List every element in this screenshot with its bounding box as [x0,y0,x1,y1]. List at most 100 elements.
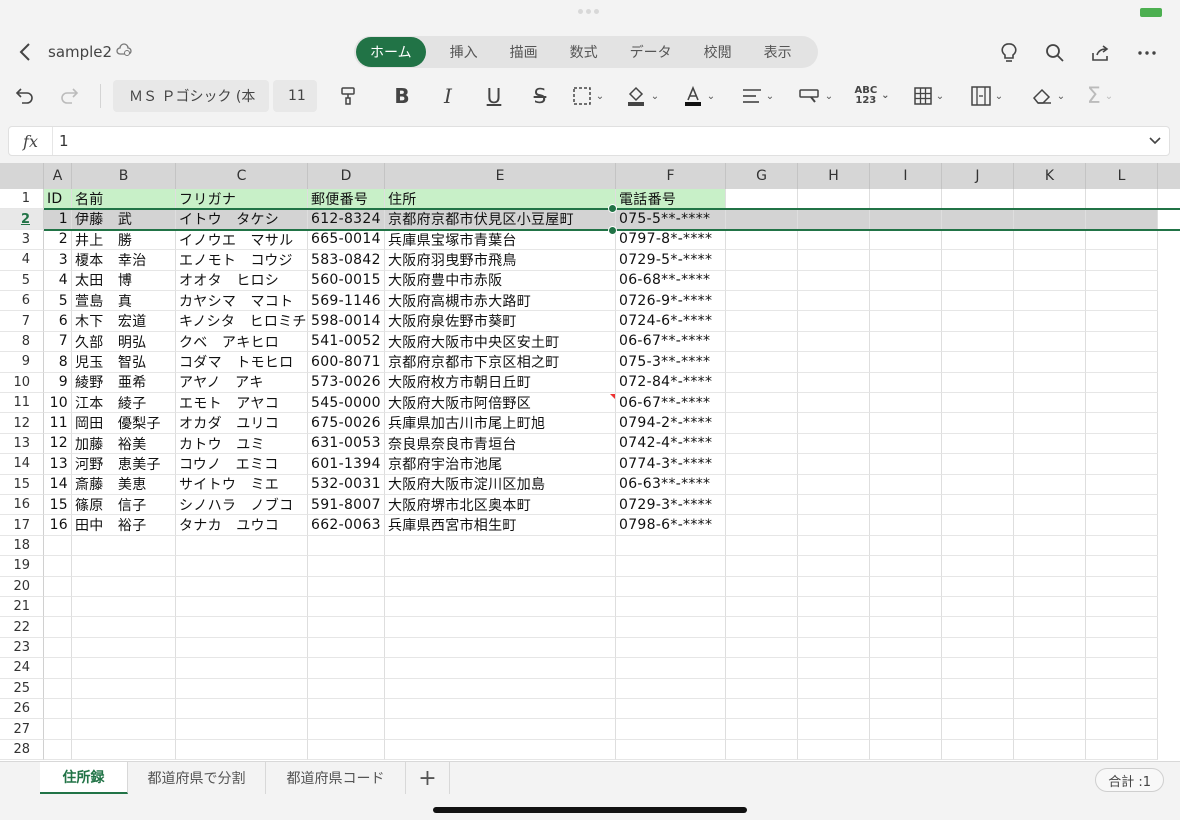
cell[interactable]: 岡田 優梨子 [72,413,176,434]
italic-icon[interactable]: I [425,80,471,112]
cell[interactable] [1086,719,1158,740]
cell[interactable] [1014,331,1086,353]
cell[interactable] [385,719,616,740]
cell[interactable] [72,617,176,638]
more-icon[interactable] [1124,38,1170,68]
cell[interactable] [942,719,1014,740]
cell[interactable] [1086,658,1158,679]
ribbon-tab-2[interactable]: 描画 [496,37,552,67]
cell[interactable]: 591-8007 [308,495,385,516]
cell[interactable]: 0742-4*-**** [616,433,726,455]
cell[interactable]: 0797-8*-**** [616,229,726,251]
cell[interactable] [1014,433,1086,455]
cell[interactable]: 6 [44,311,72,332]
chevron-down-icon[interactable] [1141,133,1169,149]
column-header-J[interactable]: J [942,163,1014,189]
cell[interactable] [308,535,385,557]
row-header-5[interactable]: 5 [0,270,44,291]
ribbon-tab-6[interactable]: 表示 [750,37,806,67]
row-header-3[interactable]: 3 [0,229,44,251]
cell[interactable] [176,699,308,720]
cell[interactable] [1014,474,1086,495]
font-size-box[interactable]: 11 [273,80,317,112]
cell[interactable] [942,576,1014,597]
cell[interactable] [798,719,870,740]
cell[interactable] [726,678,798,699]
cell[interactable] [72,678,176,699]
row-header-10[interactable]: 10 [0,372,44,393]
row-header-26[interactable]: 26 [0,699,44,720]
cell[interactable] [726,495,798,516]
cell[interactable]: 9 [44,372,72,393]
cell[interactable] [798,189,870,210]
cell[interactable] [942,393,1014,414]
function-icon[interactable]: fx [9,127,53,155]
cell[interactable]: カヤシマ マコト [176,291,308,312]
cell[interactable] [1086,331,1158,353]
cell[interactable] [72,597,176,618]
cell[interactable] [616,556,726,577]
cell[interactable] [1014,270,1086,291]
cell[interactable]: 綾野 亜希 [72,372,176,393]
cell[interactable]: 河野 恵美子 [72,454,176,475]
cell[interactable] [942,739,1014,761]
cell[interactable] [870,515,942,536]
cell[interactable]: 大阪府豊中市赤阪 [385,270,616,291]
cell[interactable]: オカダ ユリコ [176,413,308,434]
cell[interactable] [44,597,72,618]
cell[interactable] [726,250,798,271]
cell[interactable] [798,699,870,720]
cell[interactable] [798,413,870,434]
cell[interactable] [798,515,870,536]
cell[interactable]: 5 [44,291,72,312]
column-width-icon[interactable]: ⌄ [957,80,1017,112]
cell[interactable] [1086,474,1158,495]
cell[interactable]: 7 [44,331,72,353]
cell[interactable] [44,739,72,761]
cell[interactable] [44,556,72,577]
cell[interactable]: 573-0026 [308,372,385,393]
cell[interactable] [798,454,870,475]
cell[interactable]: 大阪府枚方市朝日丘町 [385,372,616,393]
cell[interactable] [870,291,942,312]
cell[interactable] [1014,678,1086,699]
cell[interactable]: 2 [44,229,72,251]
cell[interactable]: 伊藤 武 [72,209,176,230]
fill-color-icon[interactable]: ⌄ [613,80,671,112]
cell[interactable] [726,535,798,557]
cell[interactable] [1086,556,1158,577]
cell[interactable]: 電話番号 [616,189,726,210]
comment-indicator[interactable] [610,394,615,399]
cell[interactable] [308,658,385,679]
cell[interactable] [726,556,798,577]
cell[interactable]: 0798-6*-**** [616,515,726,536]
ribbon-tab-1[interactable]: 挿入 [436,37,492,67]
cell[interactable] [942,617,1014,638]
cell[interactable] [385,556,616,577]
cell[interactable] [942,372,1014,393]
cell[interactable]: 郵便番号 [308,189,385,210]
cell[interactable] [616,535,726,557]
cell[interactable]: 16 [44,515,72,536]
cell[interactable]: 612-8324 [308,209,385,230]
cell[interactable] [726,331,798,353]
row-header-27[interactable]: 27 [0,719,44,740]
cloud-sync-icon[interactable] [116,43,132,61]
column-header-C[interactable]: C [176,163,308,189]
column-header-F[interactable]: F [616,163,726,189]
row-header-8[interactable]: 8 [0,331,44,353]
cell[interactable] [798,352,870,373]
cell[interactable]: 4 [44,270,72,291]
cell[interactable] [798,678,870,699]
document-name[interactable]: sample2 [48,43,112,61]
cell[interactable] [798,739,870,761]
row-header-19[interactable]: 19 [0,556,44,577]
add-sheet-button[interactable]: + [406,762,450,794]
cell[interactable] [1014,291,1086,312]
column-header-I[interactable]: I [870,163,942,189]
cell[interactable] [616,637,726,659]
cell[interactable] [798,250,870,271]
cell[interactable] [942,556,1014,577]
cell[interactable]: 545-0000 [308,393,385,414]
cell[interactable]: 大阪府羽曳野市飛鳥 [385,250,616,271]
